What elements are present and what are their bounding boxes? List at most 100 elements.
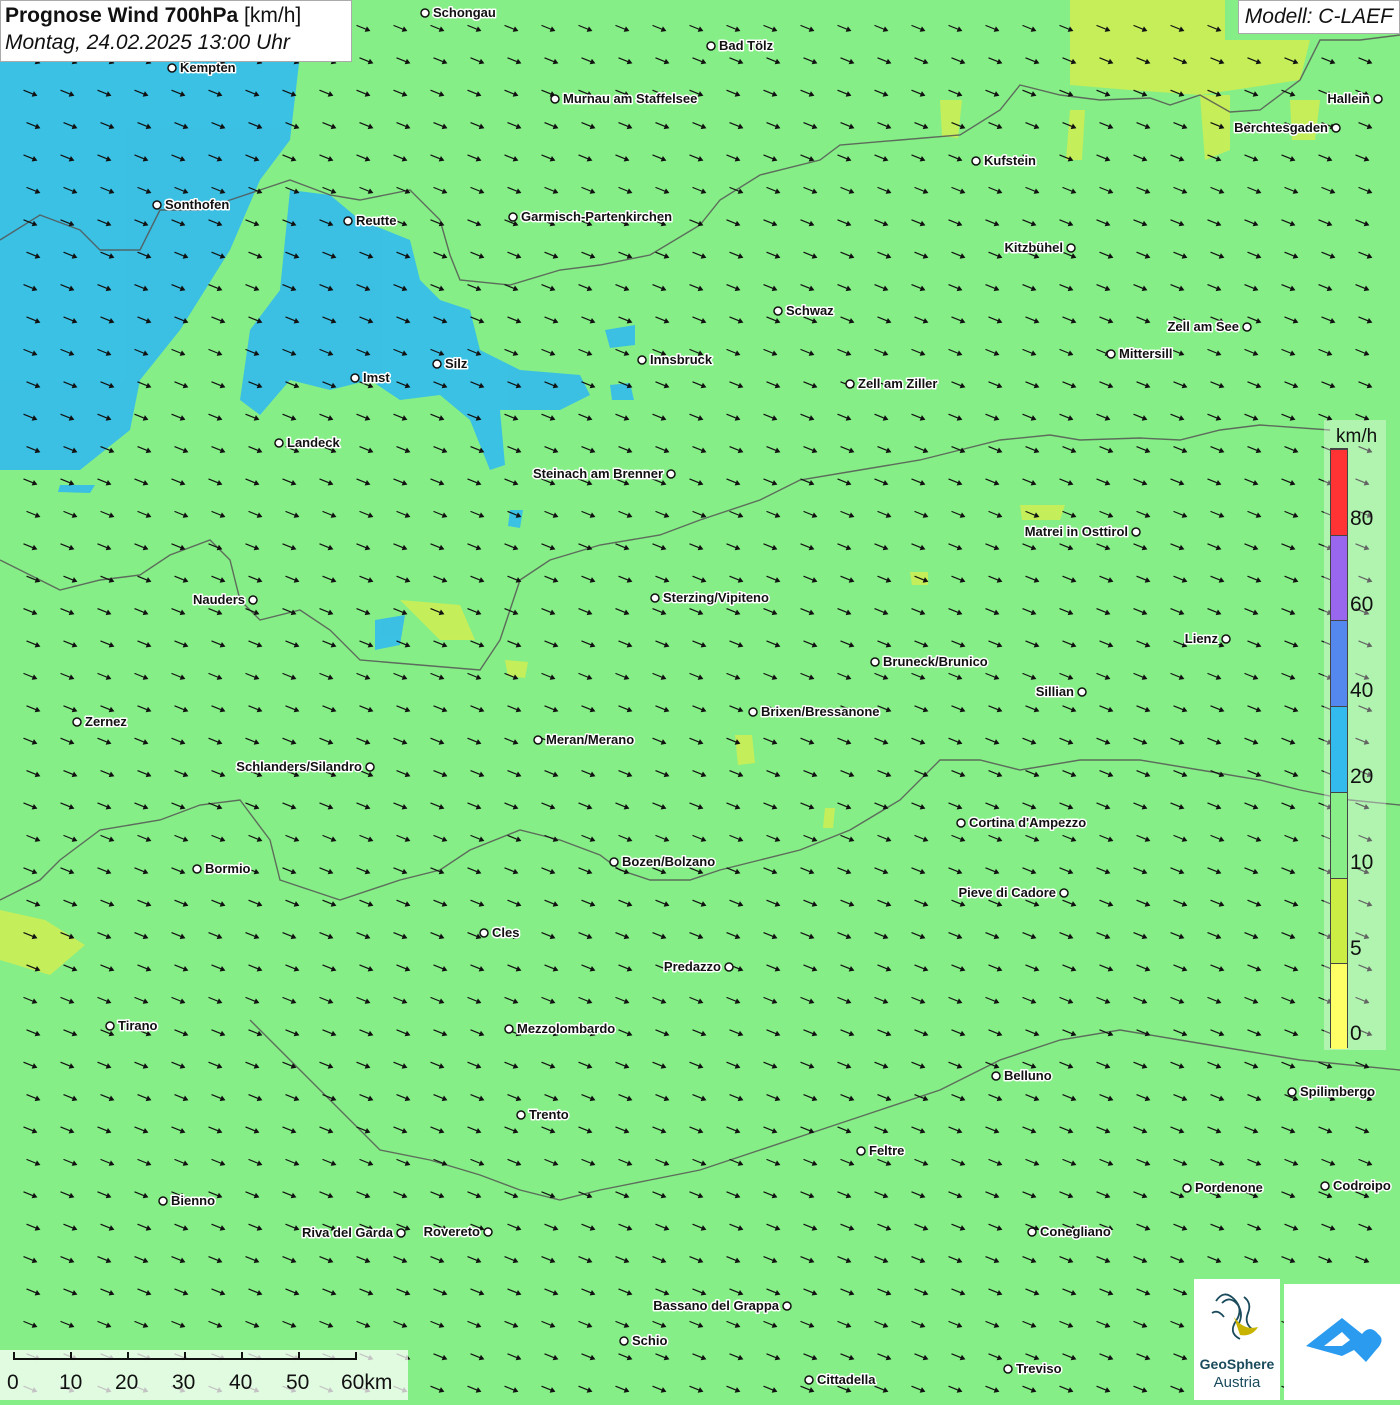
scale-tick	[241, 1352, 243, 1360]
city-dot-icon	[856, 1146, 866, 1156]
legend-unit: km/h	[1336, 426, 1378, 447]
city-dot-icon	[782, 1301, 792, 1311]
city-marker[interactable]: Schongau	[420, 4, 497, 22]
city-label: Landeck	[287, 435, 341, 450]
city-label: Sterzing/Vipiteno	[663, 590, 769, 605]
city-label: Codroipo	[1333, 1178, 1391, 1193]
city-marker[interactable]: Meran/Merano	[533, 731, 636, 749]
city-dot-icon	[773, 306, 783, 316]
city-marker[interactable]: Berchtesgaden	[1233, 119, 1341, 137]
city-dot-icon	[1003, 1364, 1013, 1374]
city-label: Zernez	[85, 714, 127, 729]
city-label: Predazzo	[664, 959, 721, 974]
city-label: Bad Tölz	[719, 38, 774, 53]
legend-label: 0	[1350, 1022, 1362, 1045]
city-marker[interactable]: Schlanders/Silandro	[235, 758, 375, 776]
forecast-map[interactable]: Schongau Bad Tölz Kempten Murnau am Staffel…	[0, 0, 1400, 1400]
city-marker[interactable]: Riva del Garda	[300, 1224, 406, 1242]
city-label: Pieve di Cadore	[958, 885, 1056, 900]
city-dot-icon	[1106, 349, 1116, 359]
city-marker[interactable]: Conegliano	[1027, 1223, 1112, 1241]
city-dot-icon	[1066, 243, 1076, 253]
city-dot-icon	[804, 1375, 814, 1385]
city-dot-icon	[1027, 1227, 1037, 1237]
city-marker[interactable]: Zell am See	[1166, 318, 1252, 336]
city-label: Imst	[363, 370, 390, 385]
city-marker[interactable]: Cortina d'Ampezzo	[956, 814, 1088, 832]
scale-tick	[184, 1352, 186, 1360]
city-marker[interactable]: Pordenone	[1182, 1179, 1264, 1197]
city-dot-icon	[105, 1021, 115, 1031]
city-label: Schlanders/Silandro	[236, 759, 362, 774]
city-dot-icon	[167, 63, 177, 73]
city-marker[interactable]: Brixen/Bressanone	[748, 703, 881, 721]
city-label: Rovereto	[424, 1224, 480, 1239]
city-dot-icon	[1373, 94, 1383, 104]
city-label: Zell am Ziller	[858, 376, 937, 391]
city-marker[interactable]: Bozen/Bolzano	[609, 853, 717, 871]
city-marker[interactable]: Steinach am Brenner	[531, 465, 676, 483]
city-marker[interactable]: Matrei in Osttirol	[1023, 523, 1141, 541]
city-marker[interactable]: Murnau am Staffelsee	[550, 90, 699, 108]
city-label: Belluno	[1004, 1068, 1052, 1083]
legend-label: 20	[1350, 765, 1374, 788]
geosphere-logo[interactable]: GeoSphere Austria	[1194, 1279, 1280, 1400]
city-marker[interactable]: Bassano del Grappa	[652, 1297, 792, 1315]
city-dot-icon	[483, 1227, 493, 1237]
city-marker[interactable]: Mezzolombardo	[504, 1020, 617, 1038]
legend-segment	[1331, 534, 1347, 621]
city-label: Bormio	[205, 861, 251, 876]
city-dot-icon	[1320, 1181, 1330, 1191]
city-marker[interactable]: Sterzing/Vipiteno	[650, 589, 770, 607]
city-label: Schio	[632, 1333, 667, 1348]
city-label: Schongau	[433, 5, 496, 20]
city-dot-icon	[420, 8, 430, 18]
city-label: Conegliano	[1040, 1224, 1111, 1239]
city-marker[interactable]: Garmisch-Partenkirchen	[508, 208, 674, 226]
city-label: Reutte	[356, 213, 396, 228]
city-marker[interactable]: Innsbruck	[637, 351, 714, 369]
legend-label: 10	[1350, 851, 1374, 874]
scale-label: 40	[229, 1371, 253, 1394]
city-dot-icon	[516, 1110, 526, 1120]
city-marker[interactable]: Bruneck/Brunico	[870, 653, 989, 671]
legend-segment	[1331, 963, 1347, 1049]
city-label: Mezzolombardo	[517, 1021, 615, 1036]
legend-segment	[1331, 449, 1347, 535]
city-label: Bassano del Grappa	[653, 1298, 779, 1313]
city-label: Trento	[529, 1107, 569, 1122]
city-label: Steinach am Brenner	[533, 466, 663, 481]
legend-color-bar	[1330, 448, 1348, 1049]
city-label: Sillian	[1036, 684, 1074, 699]
scale-tick	[298, 1352, 300, 1360]
city-label: Lienz	[1185, 631, 1219, 646]
weather-app-logo[interactable]	[1284, 1284, 1400, 1400]
city-marker[interactable]: Spilimbergo	[1287, 1083, 1377, 1101]
city-label: Kufstein	[984, 153, 1036, 168]
city-dot-icon	[343, 216, 353, 226]
city-dot-icon	[508, 212, 518, 222]
city-marker[interactable]: Zell am Ziller	[845, 375, 939, 393]
city-marker[interactable]: Sonthofen	[152, 196, 231, 214]
legend-label: 60	[1350, 593, 1374, 616]
title-box: Prognose Wind 700hPa [km/h] Montag, 24.0…	[0, 0, 352, 62]
city-label: Bruneck/Brunico	[883, 654, 988, 669]
scale-label: 60km	[341, 1371, 393, 1394]
title-unit: [km/h]	[244, 4, 302, 27]
city-label: Kempten	[180, 60, 236, 75]
city-label: Pordenone	[1195, 1180, 1263, 1195]
city-dot-icon	[274, 438, 284, 448]
city-dot-icon	[650, 593, 660, 603]
geosphere-logo-text: GeoSphere	[1199, 1356, 1275, 1372]
city-dot-icon	[845, 379, 855, 389]
city-marker[interactable]: Pieve di Cadore	[957, 884, 1069, 902]
city-dot-icon	[1221, 634, 1231, 644]
city-dot-icon	[971, 156, 981, 166]
legend-label: 80	[1350, 507, 1374, 530]
map-title: Prognose Wind 700hPa [km/h]	[5, 4, 347, 28]
scale-tick	[127, 1352, 129, 1360]
city-dot-icon	[748, 707, 758, 717]
city-label: Murnau am Staffelsee	[563, 91, 697, 106]
city-dot-icon	[248, 595, 258, 605]
city-label: Tirano	[118, 1018, 158, 1033]
